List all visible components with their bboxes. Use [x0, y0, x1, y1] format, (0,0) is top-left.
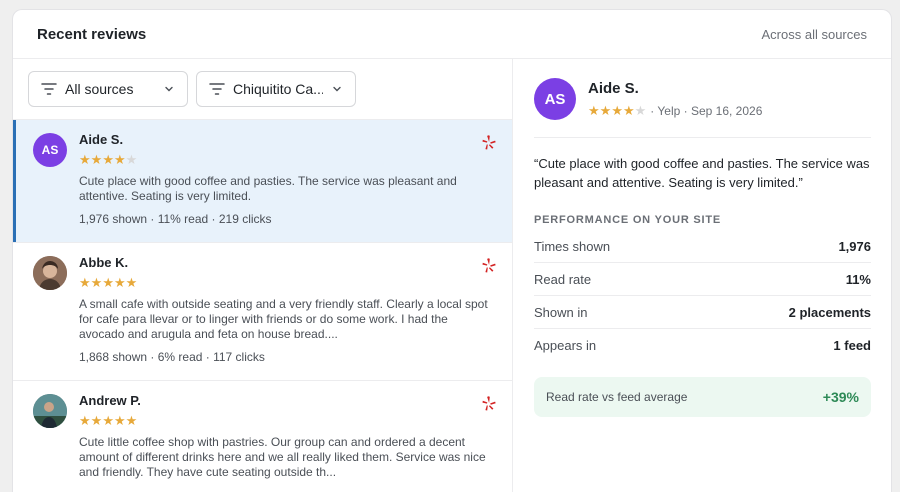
star-icon: ★: [125, 413, 138, 428]
detail-meta-line: ★★★★★ · Yelp · Sep 16, 2026: [588, 103, 871, 119]
star-rating: ★★★★★: [79, 275, 492, 291]
detail-reviewer-name: Aide S.: [588, 80, 639, 97]
star-icon: ★: [102, 413, 114, 428]
review-detail-panel: AS Aide S. ★★★★★ · Yelp · Sep 16, 2026 “…: [514, 59, 891, 492]
star-icon: ★: [599, 103, 612, 118]
stat-label: Times shown: [534, 238, 611, 254]
stat-value: 11%: [845, 271, 871, 287]
review-stats: 1,868 shown · 6% read · 117 clicks: [79, 350, 265, 364]
avatar-photo-icon: [33, 394, 67, 428]
star-icon: ★: [125, 152, 138, 167]
star-icon: ★: [622, 103, 635, 118]
review-list-panel: All sources Chiquitito Ca... AS Aide S. …: [13, 59, 513, 492]
chevron-down-icon: [165, 86, 173, 92]
card-header: Recent reviews Across all sources: [13, 10, 891, 59]
review-item[interactable]: AS Aide S. ★★★★★ Cute place with good co…: [13, 120, 512, 243]
reviewer-name: Andrew P.: [79, 393, 141, 408]
avatar: AS: [33, 133, 67, 167]
stat-row-times-shown: Times shown 1,976: [534, 230, 871, 263]
card-title: Recent reviews: [37, 25, 147, 43]
stat-row-shown-in: Shown in 2 placements: [534, 296, 871, 329]
star-icon: ★: [102, 275, 114, 290]
star-rating: ★★★★★: [79, 152, 492, 168]
star-icon: ★: [90, 152, 103, 167]
star-icon: ★: [588, 103, 600, 118]
star-icon: ★: [611, 103, 623, 118]
review-quote: “Cute place with good coffee and pasties…: [534, 156, 870, 190]
star-icon: ★: [113, 275, 126, 290]
star-icon: ★: [113, 413, 126, 428]
filter-icon: [209, 83, 225, 95]
stat-row-read-rate: Read rate 11%: [534, 263, 871, 296]
review-snippet: Cute little coffee shop with pastries. O…: [79, 435, 486, 479]
stat-label: Appears in: [534, 338, 597, 353]
star-rating: ★★★★★: [588, 103, 646, 119]
performance-title: PERFORMANCE ON YOUR SITE: [534, 214, 722, 226]
star-icon: ★: [634, 103, 647, 118]
detail-source-date: · Yelp · Sep 16, 2026: [650, 104, 763, 118]
star-icon: ★: [79, 275, 91, 290]
reviewer-name: Aide S.: [79, 132, 124, 147]
star-icon: ★: [113, 152, 126, 167]
review-stats: 1,976 shown · 11% read · 219 clicks: [79, 212, 272, 226]
source-filter-label: All sources: [65, 81, 134, 97]
star-icon: ★: [79, 152, 91, 167]
star-icon: ★: [125, 275, 138, 290]
location-filter-dropdown[interactable]: Chiquitito Ca...: [196, 71, 356, 107]
star-icon: ★: [90, 413, 103, 428]
comparison-value: +39%: [822, 389, 859, 405]
review-snippet: Cute place with good coffee and pasties.…: [79, 174, 457, 203]
filter-icon: [41, 83, 57, 95]
stat-label: Shown in: [534, 304, 588, 320]
performance-stats: Times shown 1,976 Read rate 11% Shown in 2 …: [534, 230, 871, 362]
recent-reviews-card: Recent reviews Across all sources All so…: [12, 9, 892, 492]
stat-value: 2 placements: [788, 304, 871, 320]
source-filter-dropdown[interactable]: All sources: [28, 71, 188, 107]
star-icon: ★: [102, 152, 114, 167]
stat-value: 1,976: [838, 238, 871, 254]
avatar: [33, 394, 67, 428]
detail-header: AS Aide S. ★★★★★ · Yelp · Sep 16, 2026: [534, 59, 871, 138]
review-snippet: A small cafe with outside seating and a …: [79, 297, 488, 341]
avatar-photo-icon: [33, 256, 67, 290]
stat-row-appears-in: Appears in 1 feed: [534, 329, 871, 362]
star-rating: ★★★★★: [79, 413, 492, 429]
card-subtitle: Across all sources: [761, 26, 867, 42]
comparison-label: Read rate vs feed average: [546, 390, 688, 404]
yelp-icon: [482, 258, 496, 273]
yelp-icon: [482, 396, 496, 411]
location-filter-label: Chiquitito Ca...: [233, 81, 323, 97]
star-icon: ★: [90, 275, 103, 290]
avatar: [33, 256, 67, 290]
stat-value: 1 feed: [833, 338, 871, 353]
chevron-down-icon: [333, 86, 341, 92]
stat-label: Read rate: [534, 271, 592, 287]
avatar: AS: [534, 78, 576, 120]
review-item[interactable]: Abbe K. ★★★★★ A small cafe with outside …: [13, 243, 512, 381]
yelp-icon: [482, 135, 496, 150]
read-rate-comparison: Read rate vs feed average +39%: [534, 377, 871, 417]
reviewer-name: Abbe K.: [79, 255, 129, 270]
filter-bar: All sources Chiquitito Ca...: [13, 59, 512, 120]
review-item[interactable]: Andrew P. ★★★★★ Cute little coffee shop …: [13, 381, 512, 492]
star-icon: ★: [79, 413, 91, 428]
